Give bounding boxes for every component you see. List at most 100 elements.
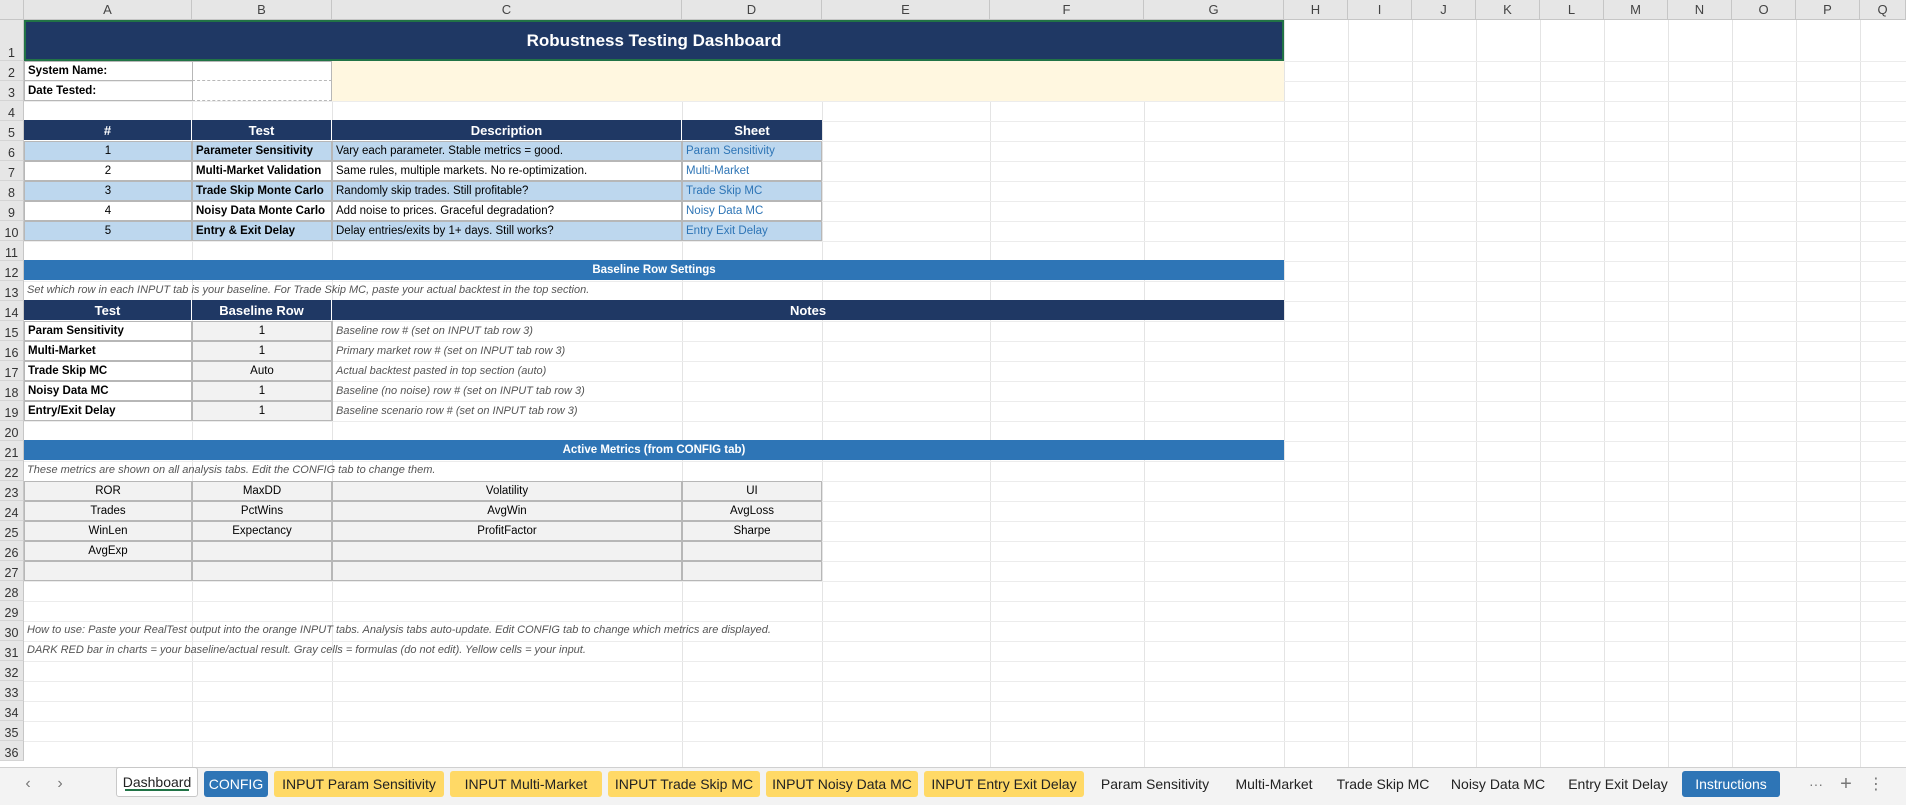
row-header-12[interactable]: 12 [0,261,24,281]
row-header-24[interactable]: 24 [0,501,24,521]
test-sheet-link[interactable]: Trade Skip MC [682,181,822,201]
metric-cell [24,561,192,581]
metric-cell: WinLen [24,521,192,541]
metric-cell: AvgLoss [682,501,822,521]
row-header-15[interactable]: 15 [0,321,24,341]
test-name: Noisy Data Monte Carlo [192,201,332,221]
sheet-tab[interactable]: Entry Exit Delay [1558,771,1678,797]
row-header-36[interactable]: 36 [0,741,24,761]
row-header-23[interactable]: 23 [0,481,24,501]
baseline-row-value[interactable]: Auto [192,361,332,381]
sheet-tab[interactable]: INPUT Entry Exit Delay [924,771,1084,797]
test-num: 3 [24,181,192,201]
add-sheet-icon[interactable]: + [1836,771,1856,797]
test-sheet-link[interactable]: Param Sensitivity [682,141,822,161]
row-header-6[interactable]: 6 [0,141,24,161]
column-header-i[interactable]: I [1348,0,1412,20]
row-header-30[interactable]: 30 [0,621,24,641]
chevron-right-icon[interactable]: › [50,771,70,797]
column-header-c[interactable]: C [332,0,682,20]
gridline [24,721,1906,722]
column-header-l[interactable]: L [1540,0,1604,20]
column-header-e[interactable]: E [822,0,990,20]
column-header-f[interactable]: F [990,0,1144,20]
row-header-2[interactable]: 2 [0,61,24,81]
sheet-tab[interactable]: INPUT Multi-Market [450,771,602,797]
select-all-corner[interactable] [0,0,24,20]
row-header-34[interactable]: 34 [0,701,24,721]
sheet-tab[interactable]: Param Sensitivity [1090,771,1220,797]
test-sheet-link[interactable]: Entry Exit Delay [682,221,822,241]
row-header-8[interactable]: 8 [0,181,24,201]
row-header-22[interactable]: 22 [0,461,24,481]
gridline [24,681,1906,682]
column-header-m[interactable]: M [1604,0,1668,20]
column-header-a[interactable]: A [24,0,192,20]
row-header-5[interactable]: 5 [0,121,24,141]
row-header-33[interactable]: 33 [0,681,24,701]
row-header-29[interactable]: 29 [0,601,24,621]
date-tested-input[interactable] [192,81,332,101]
sheet-tab[interactable]: CONFIG [204,771,268,797]
baseline-row-value[interactable]: 1 [192,381,332,401]
row-header-9[interactable]: 9 [0,201,24,221]
baseline-row-value[interactable]: 1 [192,321,332,341]
row-header-21[interactable]: 21 [0,441,24,461]
gridline [1604,20,1605,767]
row-header-1[interactable]: 1 [0,20,24,61]
row-header-16[interactable]: 16 [0,341,24,361]
metric-cell: PctWins [192,501,332,521]
more-tabs-icon[interactable]: ··· [1806,771,1826,797]
row-header-7[interactable]: 7 [0,161,24,181]
row-header-17[interactable]: 17 [0,361,24,381]
row-header-31[interactable]: 31 [0,641,24,661]
options-icon[interactable]: ⋮ [1866,771,1886,797]
system-name-input[interactable] [192,61,332,81]
dashboard-title[interactable]: Robustness Testing Dashboard [24,20,1284,61]
sheet-tab[interactable]: Dashboard [116,767,198,797]
chevron-left-icon[interactable]: ‹ [18,771,38,797]
sheet-tab[interactable]: Multi-Market [1224,771,1324,797]
column-header-q[interactable]: Q [1860,0,1906,20]
column-header-o[interactable]: O [1732,0,1796,20]
column-header-k[interactable]: K [1476,0,1540,20]
sheet-tab[interactable]: INPUT Param Sensitivity [274,771,444,797]
test-sheet-link[interactable]: Multi-Market [682,161,822,181]
row-header-13[interactable]: 13 [0,281,24,301]
test-sheet-link[interactable]: Noisy Data MC [682,201,822,221]
column-header-b[interactable]: B [192,0,332,20]
row-header-28[interactable]: 28 [0,581,24,601]
row-header-4[interactable]: 4 [0,101,24,121]
row-header-25[interactable]: 25 [0,521,24,541]
row-header-27[interactable]: 27 [0,561,24,581]
sheet-tab[interactable]: Instructions [1682,771,1780,797]
baseline-row-value[interactable]: 1 [192,341,332,361]
metric-cell: UI [682,481,822,501]
row-header-10[interactable]: 10 [0,221,24,241]
row-header-32[interactable]: 32 [0,661,24,681]
row-header-35[interactable]: 35 [0,721,24,741]
sheet-tab[interactable]: Noisy Data MC [1442,771,1554,797]
sheet-tab[interactable]: INPUT Trade Skip MC [608,771,760,797]
column-header-n[interactable]: N [1668,0,1732,20]
row-header-18[interactable]: 18 [0,381,24,401]
row-header-19[interactable]: 19 [0,401,24,421]
baseline-row-value[interactable]: 1 [192,401,332,421]
sheet-tab[interactable]: INPUT Noisy Data MC [766,771,918,797]
tests-header-description: Description [332,120,682,140]
gridline [1860,20,1861,767]
column-header-j[interactable]: J [1412,0,1476,20]
row-header-26[interactable]: 26 [0,541,24,561]
row-header-14[interactable]: 14 [0,301,24,321]
column-header-p[interactable]: P [1796,0,1860,20]
sheet-tab[interactable]: Trade Skip MC [1328,771,1438,797]
test-name: Entry & Exit Delay [192,221,332,241]
row-header-3[interactable]: 3 [0,81,24,101]
column-header-g[interactable]: G [1144,0,1284,20]
row-header-11[interactable]: 11 [0,241,24,261]
column-header-d[interactable]: D [682,0,822,20]
system-name-label: System Name: [24,61,192,81]
tests-header-test: Test [192,120,332,140]
column-header-h[interactable]: H [1284,0,1348,20]
row-header-20[interactable]: 20 [0,421,24,441]
